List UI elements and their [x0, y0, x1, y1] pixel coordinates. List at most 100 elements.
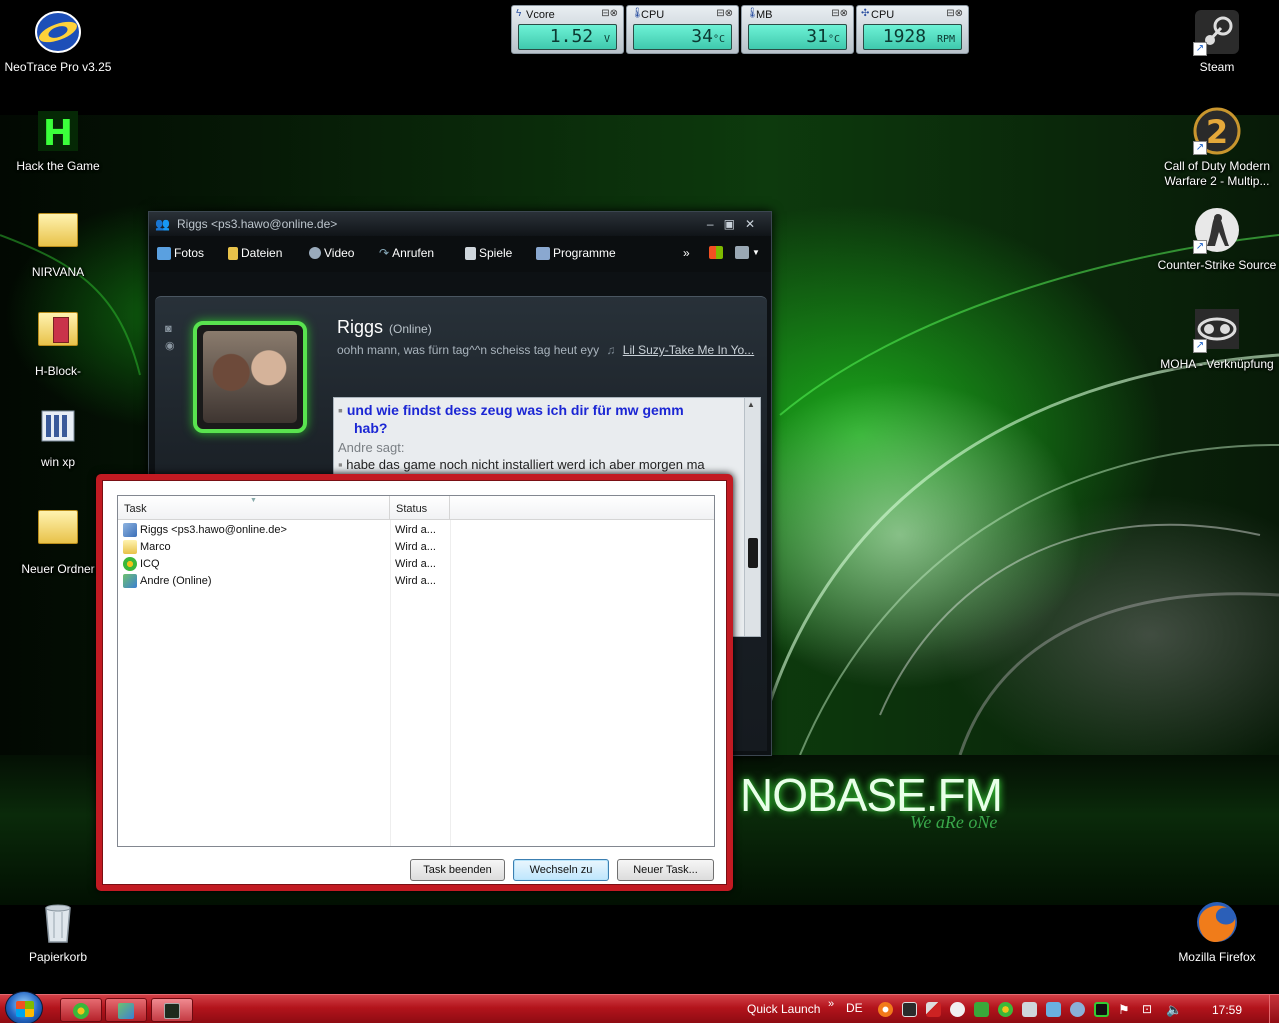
tray-monitor-icon[interactable] [1094, 1002, 1109, 1017]
desktop-icon-cod-mw2[interactable]: 2 ↗ Call of Duty Modern Warfare 2 - Mult… [1157, 107, 1277, 189]
taskbar-button-icq[interactable] [60, 998, 102, 1022]
gadget-unit: °C [827, 34, 840, 45]
start-button[interactable] [5, 991, 43, 1023]
moha-icon: ↗ [1193, 305, 1241, 353]
contact-status: (Online) [389, 322, 432, 336]
show-desktop-button[interactable] [1269, 995, 1279, 1023]
gadget-close-icon[interactable]: ⊟⊗ [601, 8, 618, 19]
taskbar-clock[interactable]: 17:59 [1212, 1003, 1242, 1017]
task-row[interactable]: Riggs <ps3.hawo@online.de> Wird a... [118, 522, 714, 539]
chat-text: habe das game noch nicht installiert wer… [346, 457, 705, 472]
desktop-icon-counter-strike[interactable]: ↗ Counter-Strike Source [1157, 206, 1277, 273]
messenger-titlebar[interactable]: 👥 Riggs <ps3.hawo@online.de> –▣✕ [149, 212, 771, 236]
new-task-button[interactable]: Neuer Task... [617, 859, 714, 881]
windows-flag-icon [709, 246, 723, 259]
gadget-close-icon[interactable]: ⊟⊗ [946, 8, 963, 19]
desktop-icon-nirvana[interactable]: NIRVANA [0, 205, 118, 280]
desktop-icon-papierkorb[interactable]: Papierkorb [0, 898, 118, 965]
tray-volume-icon[interactable]: 🔈 [1166, 1002, 1182, 1017]
tray-network-status-icon[interactable]: ⊡ [1142, 1002, 1157, 1017]
gadget-mb-temp[interactable]: 🌡 MB ⊟⊗ 31°C [741, 5, 854, 54]
gadget-close-icon[interactable]: ⊟⊗ [831, 8, 848, 19]
toolbar-windows-logo[interactable] [709, 246, 723, 259]
chat-scrollbar[interactable]: ▲ [744, 398, 760, 636]
tray-icq-icon[interactable] [998, 1002, 1013, 1017]
desktop-icon-moha[interactable]: ↗ MOHA - Verknüpfung [1157, 305, 1277, 372]
task-status: Wird a... [395, 541, 436, 553]
taskbar-button-taskmanager[interactable] [151, 998, 193, 1022]
desktop-icon-h-block[interactable]: H-Block- [0, 304, 118, 379]
desktop-icon-label: Papierkorb [28, 950, 88, 964]
gadget-cpu-temp[interactable]: 🌡 CPU ⊟⊗ 34°C [626, 5, 739, 54]
column-header-status[interactable]: Status [390, 496, 450, 520]
task-row[interactable]: Marco Wird a... [118, 539, 714, 556]
avatar-frame[interactable] [193, 321, 307, 433]
desktop-icon-hack-the-game[interactable]: H Hack the Game [0, 107, 118, 174]
toolbar-spiele[interactable]: Spiele [465, 246, 512, 260]
status-icon[interactable]: ◙ [165, 323, 175, 335]
tray-nvidia-icon[interactable] [974, 1002, 989, 1017]
toolbar-label: Video [324, 246, 355, 260]
task-list[interactable]: Task Status ▼ Riggs <ps3.hawo@online.de>… [117, 495, 715, 847]
neotrace-icon [34, 8, 82, 56]
task-manager-window[interactable]: Task Status ▼ Riggs <ps3.hawo@online.de>… [96, 474, 733, 891]
tray-settings-icon[interactable] [1070, 1002, 1085, 1017]
tray-steam-icon[interactable] [902, 1002, 917, 1017]
task-row[interactable]: ICQ Wird a... [118, 556, 714, 573]
quick-launch-label[interactable]: Quick Launch [747, 1002, 820, 1016]
desktop-icon-firefox[interactable]: Mozilla Firefox [1157, 898, 1277, 965]
webcam-side-icon[interactable]: ◉ [165, 339, 175, 352]
desktop-icon-neotrace[interactable]: NeoTrace Pro v3.25 [0, 8, 118, 75]
scroll-up-icon[interactable]: ▲ [747, 400, 755, 409]
tray-action-center-icon[interactable]: ⚑ [1118, 1002, 1133, 1017]
task-name: Marco [140, 541, 171, 553]
task-row[interactable]: Andre (Online) Wird a... [118, 573, 714, 590]
task-status: Wird a... [395, 575, 436, 587]
gadget-cpu-fan[interactable]: ✣ CPU ⊟⊗ 1928 RPM [856, 5, 969, 54]
menu-icon [735, 246, 749, 259]
toolbar-video[interactable]: Video [309, 246, 354, 260]
tray-avira-icon[interactable] [878, 1002, 893, 1017]
toolbar-dateien[interactable]: Dateien [228, 246, 282, 260]
messenger-icon [123, 523, 137, 537]
toolbar-fotos[interactable]: Fotos [157, 246, 204, 260]
minimize-icon[interactable]: – [707, 217, 724, 231]
gadget-vcore[interactable]: ϟ Vcore ⊟⊗ 1.52 V [511, 5, 624, 54]
svg-text:2: 2 [1206, 113, 1228, 151]
toolbar-anrufen[interactable]: ↷ Anrufen [379, 246, 434, 260]
contact-message-row: oohh mann, was fürn tag^^n scheiss tag h… [337, 343, 754, 357]
language-indicator[interactable]: DE [846, 1001, 863, 1015]
toolbar-programme[interactable]: Programme [536, 246, 616, 260]
tray-device-icon[interactable] [1022, 1002, 1037, 1017]
tray-tools-icon[interactable] [926, 1002, 941, 1017]
task-manager-body: Task Status ▼ Riggs <ps3.hawo@online.de>… [102, 480, 727, 885]
taskbar-button-messenger[interactable] [105, 998, 147, 1022]
toolbar-label: Anrufen [392, 246, 435, 260]
chat-sender: Andre sagt: [338, 440, 405, 455]
switch-to-button[interactable]: Wechseln zu [513, 859, 609, 881]
tray-disc-icon[interactable] [950, 1002, 965, 1017]
toolbar-menu[interactable]: ▼ [735, 246, 760, 259]
now-playing-link[interactable]: Lil Suzy-Take Me In Yo... [623, 343, 754, 357]
windows-flag-icon [16, 1001, 34, 1017]
desktop-icon-label: Call of Duty Modern Warfare 2 - Multip..… [1163, 159, 1271, 188]
scroll-thumb[interactable] [748, 538, 758, 568]
maximize-icon[interactable]: ▣ [724, 217, 745, 231]
steam-icon: ↗ [1193, 8, 1241, 56]
toolbar-more[interactable]: » [683, 246, 690, 260]
quick-launch-chevron-icon[interactable]: » [828, 998, 834, 1010]
close-icon[interactable]: ✕ [745, 217, 765, 231]
contact-name-row: Riggs (Online) [337, 317, 432, 338]
messenger-icon: 👥 [155, 217, 170, 231]
end-task-button[interactable]: Task beenden [410, 859, 505, 881]
messenger-title: Riggs <ps3.hawo@online.de> [177, 217, 338, 231]
messenger-toolbar: Fotos Dateien Video ↷ Anrufen Spiele Prog… [149, 236, 771, 272]
sort-arrow-icon: ▼ [250, 497, 257, 504]
gadget-value: 34 [691, 26, 713, 47]
desktop-icon-steam[interactable]: ↗ Steam [1157, 8, 1277, 75]
desktop-icon-win-xp[interactable]: win xp [0, 403, 118, 470]
gadget-close-icon[interactable]: ⊟⊗ [716, 8, 733, 19]
tray-network-icon[interactable] [1046, 1002, 1061, 1017]
task-status: Wird a... [395, 558, 436, 570]
phone-icon: ↷ [379, 246, 390, 260]
